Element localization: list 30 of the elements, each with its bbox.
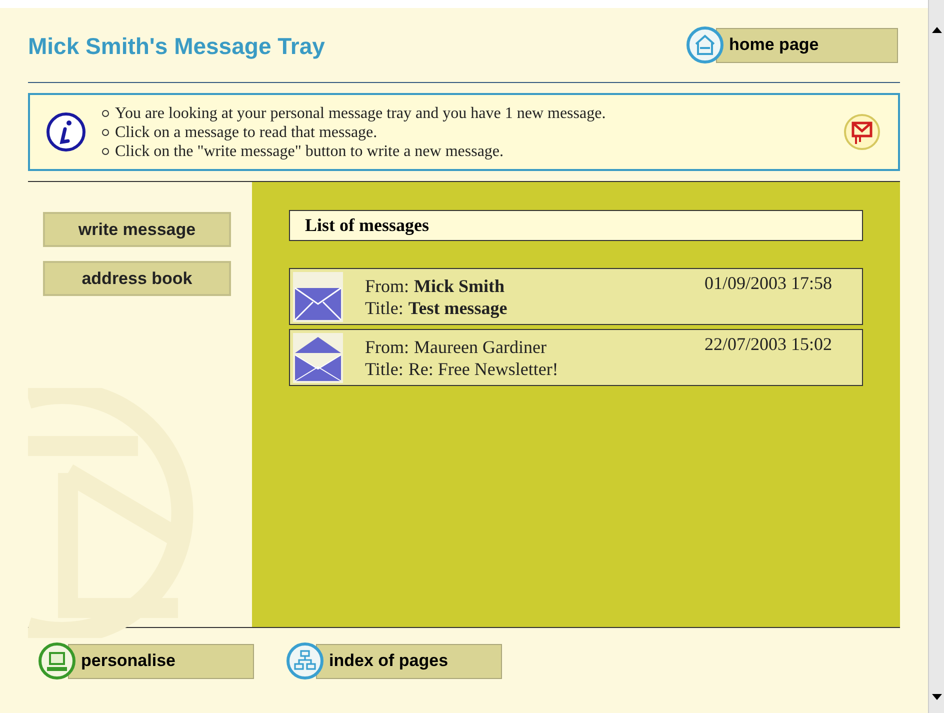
message-row[interactable]: From: Maureen Gardiner Title: Re: Free Newsletter! 22/07/2003 15:02	[289, 329, 863, 386]
sender-name: Maureen Gardiner	[414, 336, 546, 358]
scrollbar[interactable]	[928, 0, 944, 713]
bullet-icon	[102, 128, 109, 136]
list-heading: List of messages	[289, 210, 863, 241]
page-title: Mick Smith's Message Tray	[28, 32, 325, 61]
bullet-icon	[102, 148, 109, 154]
open-envelope-icon	[293, 332, 343, 382]
sitemap-icon	[286, 642, 324, 680]
message-date: 22/07/2003 15:02	[704, 333, 832, 355]
from-label: From:	[365, 336, 410, 358]
info-text: Click on a message to read that message.	[115, 122, 378, 142]
message-row[interactable]: From: Mick Smith Title: Test message 01/09/2003 17:58	[289, 268, 863, 325]
title-label: Title:	[365, 296, 404, 318]
title-label: Title:	[365, 358, 404, 380]
message-title: Test message	[408, 296, 508, 318]
closed-envelope-icon	[293, 272, 343, 322]
info-text: Click on the "write message" button to write a new message.	[115, 142, 504, 160]
from-label: From:	[365, 274, 410, 296]
message-date: 01/09/2003 17:58	[704, 272, 832, 294]
info-text: You are looking at your personal message tray and you have 1 new message.	[115, 104, 606, 122]
info-icon	[46, 112, 86, 152]
bullet-icon	[102, 110, 109, 116]
sidebar-button[interactable]: write message	[43, 212, 231, 247]
home-icon	[686, 26, 724, 64]
message-title: Re: Free Newsletter!	[408, 358, 558, 380]
computer-icon	[38, 642, 76, 680]
mail-flag-icon	[842, 112, 882, 152]
sidebar-button[interactable]: address book	[43, 261, 231, 296]
sender-name: Mick Smith	[414, 274, 505, 296]
